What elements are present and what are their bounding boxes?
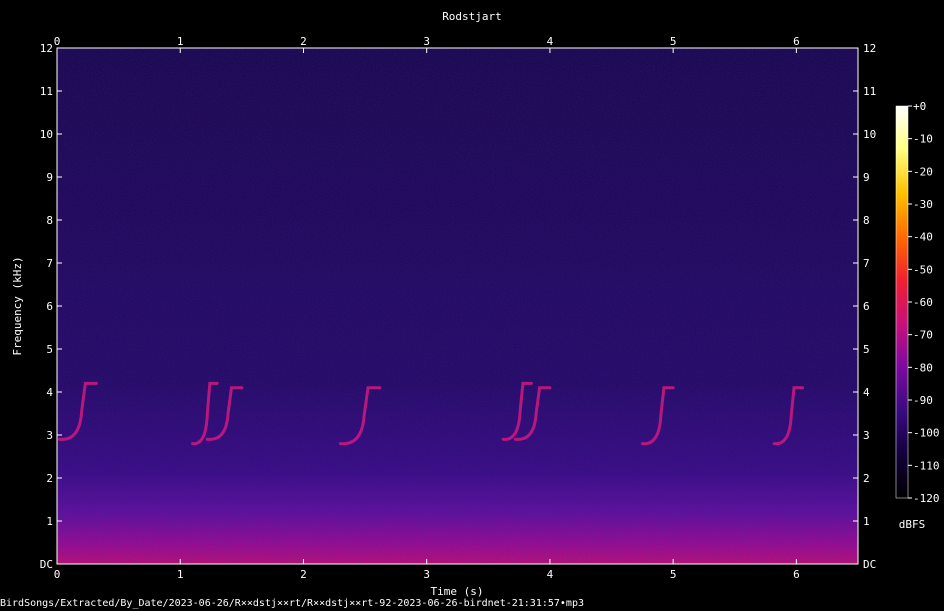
y-tick-label-right-8: 8 bbox=[863, 214, 870, 227]
y-tick-label-right-6: 6 bbox=[863, 300, 870, 313]
x-tick-label-top-6: 6 bbox=[793, 35, 800, 48]
y-tick-label-right-2: 2 bbox=[863, 472, 870, 485]
y-tick-label-left-9: 9 bbox=[46, 171, 53, 184]
y-tick-label-left-2: 2 bbox=[46, 472, 53, 485]
y-tick-label-right-1: 1 bbox=[863, 515, 870, 528]
x-tick-label-bottom-6: 6 bbox=[793, 568, 800, 581]
colorbar-tick-label-4: -40 bbox=[913, 231, 933, 244]
colorbar-tick-label-2: -20 bbox=[913, 165, 933, 178]
y-tick-label-left-0: DC bbox=[40, 558, 53, 571]
y-tick-label-left-5: 5 bbox=[46, 343, 53, 356]
y-tick-label-right-9: 9 bbox=[863, 171, 870, 184]
y-tick-label-left-3: 3 bbox=[46, 429, 53, 442]
y-tick-label-right-7: 7 bbox=[863, 257, 870, 270]
y-tick-label-right-0: DC bbox=[863, 558, 876, 571]
x-tick-label-bottom-5: 5 bbox=[670, 568, 677, 581]
x-tick-label-top-3: 3 bbox=[423, 35, 430, 48]
y-tick-label-left-6: 6 bbox=[46, 300, 53, 313]
colorbar-label: dBFS bbox=[899, 518, 926, 531]
x-tick-label-bottom-2: 2 bbox=[300, 568, 307, 581]
y-tick-label-left-7: 7 bbox=[46, 257, 53, 270]
y-tick-label-left-4: 4 bbox=[46, 386, 53, 399]
colorbar-tick-label-9: -90 bbox=[913, 394, 933, 407]
colorbar-tick-label-8: -80 bbox=[913, 361, 933, 374]
y-tick-label-left-11: 11 bbox=[40, 85, 53, 98]
colorbar-tick-label-7: -70 bbox=[913, 329, 933, 342]
x-tick-label-top-5: 5 bbox=[670, 35, 677, 48]
y-tick-label-left-10: 10 bbox=[40, 128, 53, 141]
colorbar-tick-group: +0 -10 -20 -30 -40 -50 -60 -70 -80 -90 -100 -110 -12… bbox=[908, 100, 940, 505]
colorbar-tick-label-1: -10 bbox=[913, 133, 933, 146]
colorbar-tick-label-12: -120 bbox=[913, 492, 940, 505]
x-tick-label-bottom-1: 1 bbox=[177, 568, 184, 581]
x-tick-label-top-2: 2 bbox=[300, 35, 307, 48]
colorbar-tick-label-3: -30 bbox=[913, 198, 933, 211]
x-tick-label-top-0: 0 bbox=[54, 35, 61, 48]
y-tick-label-right-4: 4 bbox=[863, 386, 870, 399]
x-tick-label-top-1: 1 bbox=[177, 35, 184, 48]
colorbar-tick-label-11: -110 bbox=[913, 459, 940, 472]
x-tick-label-bottom-0: 0 bbox=[54, 568, 61, 581]
y-axis-label: Frequency (kHz) bbox=[11, 256, 24, 355]
colorbar bbox=[895, 105, 909, 499]
colorbar-tick-label-5: -50 bbox=[913, 263, 933, 276]
colorbar-tick-label-10: -100 bbox=[913, 427, 940, 440]
x-tick-label-bottom-4: 4 bbox=[547, 568, 554, 581]
colorbar-tick-label-0: +0 bbox=[913, 100, 926, 113]
y-tick-label-left-8: 8 bbox=[46, 214, 53, 227]
chart-title: Rodstjart bbox=[442, 10, 502, 23]
y-tick-label-left-1: 1 bbox=[46, 515, 53, 528]
x-tick-label-bottom-3: 3 bbox=[423, 568, 430, 581]
y-tick-label-right-3: 3 bbox=[863, 429, 870, 442]
y-tick-label-right-12: 12 bbox=[863, 42, 876, 55]
spectrogram-chart: 00112233445566 DC DC1 12 23 34 45 56 67 78 89 910 1… bbox=[11, 10, 940, 598]
x-tick-label-top-4: 4 bbox=[547, 35, 554, 48]
y-tick-label-right-11: 11 bbox=[863, 85, 876, 98]
y-tick-label-right-10: 10 bbox=[863, 128, 876, 141]
colorbar-tick-label-6: -60 bbox=[913, 296, 933, 309]
plot-noise-texture bbox=[57, 48, 858, 564]
file-path-footer: BirdSongs/Extracted/By_Date/2023-06-26/R… bbox=[0, 598, 584, 609]
y-tick-label-left-12: 12 bbox=[40, 42, 53, 55]
y-tick-label-right-5: 5 bbox=[863, 343, 870, 356]
